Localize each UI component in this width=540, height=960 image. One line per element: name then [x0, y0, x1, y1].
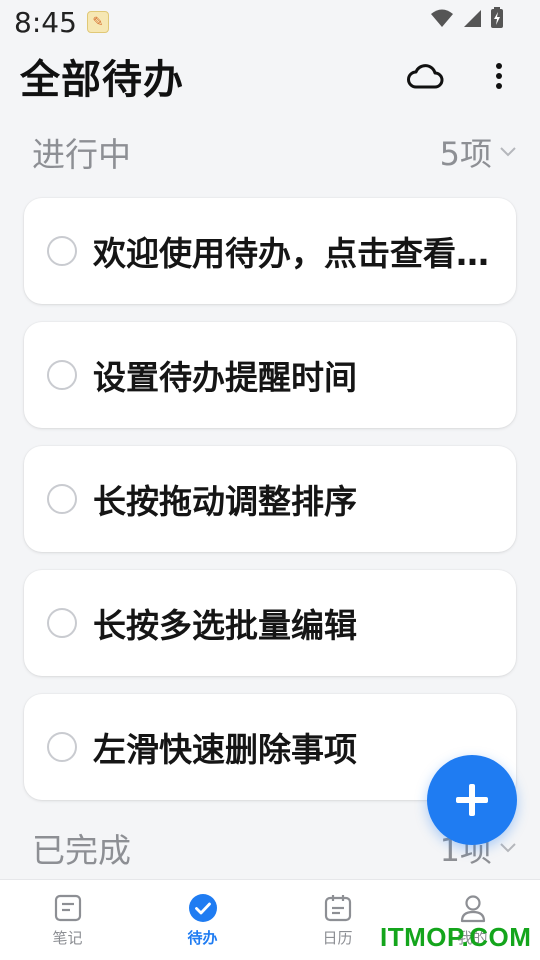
todo-checkbox[interactable]: [47, 484, 77, 514]
cell-signal-icon: [464, 10, 481, 27]
status-time: 8:45: [14, 5, 77, 39]
person-icon: [460, 894, 485, 922]
wifi-icon: [431, 9, 453, 27]
status-bar: 8:45 ✎: [0, 0, 540, 44]
in-progress-count: 5项: [440, 129, 516, 175]
battery-icon: [491, 7, 503, 28]
app-header: 全部待办: [0, 44, 540, 108]
in-progress-count-text: 5项: [439, 135, 492, 173]
todo-text: 长按拖动调整排序: [93, 482, 357, 521]
more-vertical-icon: [496, 63, 502, 89]
nav-label: 待办: [187, 928, 218, 947]
status-indicators: [430, 7, 504, 29]
add-todo-button[interactable]: [427, 755, 517, 845]
chevron-down-icon: [500, 147, 516, 157]
todo-item[interactable]: 设置待办提醒时间: [24, 322, 516, 428]
todo-item[interactable]: 长按多选批量编辑: [24, 570, 516, 676]
cloud-sync-button[interactable]: [405, 56, 445, 96]
todo-text: 左滑快速删除事项: [93, 730, 357, 769]
more-options-button[interactable]: [484, 56, 514, 96]
note-icon: [54, 894, 81, 921]
todo-text: 设置待办提醒时间: [93, 358, 357, 397]
nav-item-notes[interactable]: 笔记: [0, 880, 135, 960]
todo-checkbox[interactable]: [47, 608, 77, 638]
todo-text: 长按多选批量编辑: [93, 606, 357, 645]
todo-checkbox[interactable]: [47, 732, 77, 762]
watermark: ITMOP.COM: [380, 922, 532, 952]
todo-checkbox[interactable]: [47, 360, 77, 390]
nav-label: 日历: [322, 928, 353, 947]
plus-icon: [456, 784, 488, 816]
todo-checkbox[interactable]: [47, 236, 77, 266]
chevron-down-icon: [500, 843, 516, 853]
cloud-icon: [407, 64, 444, 89]
in-progress-title: 进行中: [32, 135, 131, 174]
todo-text: 欢迎使用待办，点击查看…: [93, 234, 489, 273]
page-title: 全部待办: [20, 57, 184, 103]
calendar-icon: [324, 894, 351, 921]
nav-item-todos[interactable]: 待办: [135, 880, 270, 960]
todo-item[interactable]: 欢迎使用待办，点击查看…: [24, 198, 516, 304]
completed-title: 已完成: [32, 831, 131, 870]
nav-label: 笔记: [52, 928, 83, 947]
notes-app-notification-icon: ✎: [86, 11, 109, 33]
todo-item[interactable]: 长按拖动调整排序: [24, 446, 516, 552]
in-progress-section-header[interactable]: 进行中 5项: [0, 130, 540, 174]
check-circle-icon: [188, 893, 217, 922]
